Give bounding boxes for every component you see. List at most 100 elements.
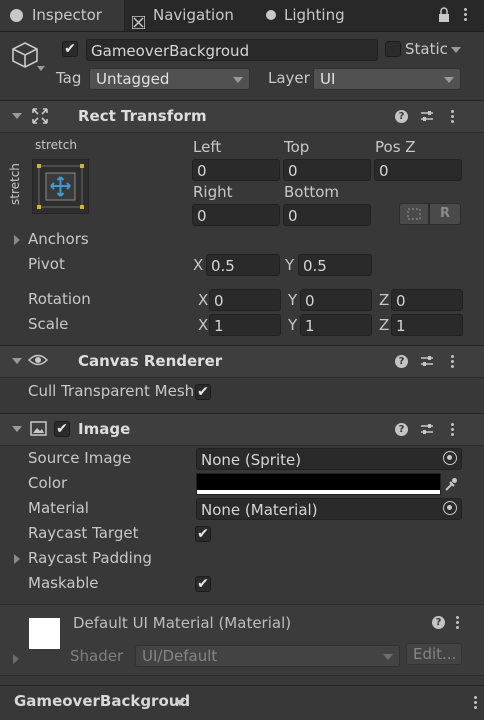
foldout-arrow-icon[interactable] — [12, 358, 22, 364]
eye-icon — [27, 353, 49, 371]
tab-inspector-label: Inspector — [32, 6, 102, 24]
scale-label: Scale — [28, 315, 69, 333]
chevron-down-icon — [383, 654, 393, 660]
object-picker-icon[interactable] — [443, 451, 457, 465]
shader-dropdown[interactable]: UI/Default — [135, 645, 400, 667]
scale-x-field[interactable]: 1 — [209, 314, 281, 336]
component-menu-icon[interactable] — [451, 353, 455, 370]
rotation-y-field[interactable]: 0 — [300, 289, 372, 311]
rotation-label: Rotation — [28, 290, 91, 308]
anchors-label[interactable]: Anchors — [28, 230, 89, 248]
source-image-field[interactable]: None (Sprite) — [196, 448, 462, 470]
material-label: Material — [28, 499, 89, 517]
lock-icon[interactable] — [438, 7, 450, 27]
gameobject-cube-icon[interactable] — [10, 40, 40, 74]
info-icon — [10, 9, 23, 22]
presets-icon[interactable] — [420, 109, 434, 127]
rotation-x-field[interactable]: 0 — [209, 289, 281, 311]
kebab-menu-icon[interactable] — [464, 6, 468, 23]
maskable-label: Maskable — [28, 574, 99, 592]
right-field[interactable]: 0 — [192, 204, 280, 226]
component-menu-icon[interactable] — [451, 421, 455, 438]
cull-transparent-mesh-checkbox[interactable]: ✔ — [195, 384, 211, 400]
anchor-presets-button[interactable] — [32, 159, 89, 214]
material-section: Default UI Material (Material) ? Shader … — [0, 604, 484, 676]
pivot-y-field[interactable]: 0.5 — [298, 254, 372, 276]
tag-dropdown-value: Untagged — [96, 70, 170, 88]
raycast-target-checkbox[interactable]: ✔ — [195, 526, 211, 542]
left-field[interactable]: 0 — [192, 159, 280, 181]
chevron-down-icon — [233, 77, 243, 83]
layer-dropdown-value: UI — [320, 70, 336, 88]
blueprint-mode-button[interactable] — [399, 203, 429, 225]
icon-dropdown-arrow[interactable] — [37, 66, 45, 71]
rot-z-label: Z — [379, 291, 390, 309]
object-name-field[interactable]: GameoverBackgroud — [86, 39, 378, 61]
preview-menu-icon[interactable] — [474, 694, 478, 711]
navigation-icon — [131, 9, 146, 30]
static-label[interactable]: Static — [405, 40, 448, 58]
help-icon[interactable]: ? — [395, 110, 408, 123]
material-menu-icon[interactable] — [456, 614, 460, 631]
tab-lighting-label: Lighting — [284, 6, 345, 24]
pivot-x-label: X — [193, 256, 204, 274]
maskable-checkbox[interactable]: ✔ — [195, 576, 211, 592]
image-component-icon — [30, 421, 47, 440]
help-icon[interactable]: ? — [395, 355, 408, 368]
cull-transparent-mesh-label: Cull Transparent Mesh — [28, 382, 195, 400]
tab-inspector[interactable]: Inspector — [0, 0, 125, 31]
dashed-rect-icon — [407, 208, 421, 220]
raycast-padding-label[interactable]: Raycast Padding — [28, 549, 152, 567]
foldout-arrow-icon[interactable] — [12, 113, 22, 119]
image-title: Image — [78, 420, 131, 438]
tab-navigation[interactable]: Navigation — [131, 0, 252, 31]
layer-dropdown[interactable]: UI — [313, 68, 461, 90]
static-dropdown-icon[interactable] — [451, 47, 461, 53]
left-label: Left — [193, 138, 222, 156]
foldout-arrow-icon[interactable] — [12, 426, 22, 432]
color-swatch[interactable] — [196, 473, 441, 495]
color-label: Color — [28, 474, 68, 492]
presets-icon[interactable] — [420, 422, 434, 440]
presets-icon[interactable] — [420, 354, 434, 372]
help-icon[interactable]: ? — [432, 616, 445, 629]
preview-object-dropdown[interactable]: GameoverBackgroud — [10, 690, 190, 714]
rect-transform-title: Rect Transform — [78, 107, 207, 125]
image-header[interactable]: ✔ Image ? — [0, 413, 484, 446]
top-label: Top — [284, 138, 310, 156]
top-field[interactable]: 0 — [283, 159, 371, 181]
scale-z-label: Z — [379, 316, 390, 334]
pivot-x-field[interactable]: 0.5 — [206, 254, 280, 276]
bottom-label: Bottom — [284, 183, 340, 201]
tag-dropdown[interactable]: Untagged — [89, 68, 250, 90]
canvas-renderer-header[interactable]: Canvas Renderer ? — [0, 345, 484, 378]
edit-shader-button[interactable]: Edit... — [406, 643, 462, 665]
rotation-z-field[interactable]: 0 — [391, 289, 463, 311]
raw-edit-button[interactable]: R — [429, 203, 461, 225]
object-picker-icon[interactable] — [443, 501, 457, 515]
tab-lighting[interactable]: Lighting — [266, 0, 376, 31]
tab-bar: Inspector Navigation Lighting — [0, 0, 484, 32]
material-field[interactable]: None (Material) — [196, 498, 462, 520]
material-title: Default UI Material (Material) — [73, 614, 292, 632]
static-checkbox[interactable] — [385, 41, 401, 57]
scale-y-field[interactable]: 1 — [300, 314, 372, 336]
scale-z-field[interactable]: 1 — [391, 314, 463, 336]
pivot-y-label: Y — [285, 256, 295, 274]
anchors-foldout-icon[interactable] — [14, 235, 20, 245]
material-foldout-icon[interactable] — [13, 654, 19, 664]
preview-bar: GameoverBackgroud — [0, 685, 484, 720]
material-preview-swatch — [29, 618, 60, 649]
bottom-field[interactable]: 0 — [283, 204, 371, 226]
rect-transform-header[interactable]: Rect Transform ? — [0, 100, 484, 133]
raycast-padding-foldout-icon[interactable] — [14, 554, 20, 564]
raycast-target-label: Raycast Target — [28, 524, 139, 542]
eyedropper-icon[interactable] — [444, 476, 458, 496]
active-checkbox[interactable]: ✔ — [62, 41, 78, 57]
rot-y-label: Y — [288, 291, 298, 309]
posz-field[interactable]: 0 — [374, 159, 462, 181]
help-icon[interactable]: ? — [395, 423, 408, 436]
canvas-renderer-title: Canvas Renderer — [78, 352, 223, 370]
image-enabled-checkbox[interactable]: ✔ — [54, 421, 70, 437]
component-menu-icon[interactable] — [451, 108, 455, 125]
